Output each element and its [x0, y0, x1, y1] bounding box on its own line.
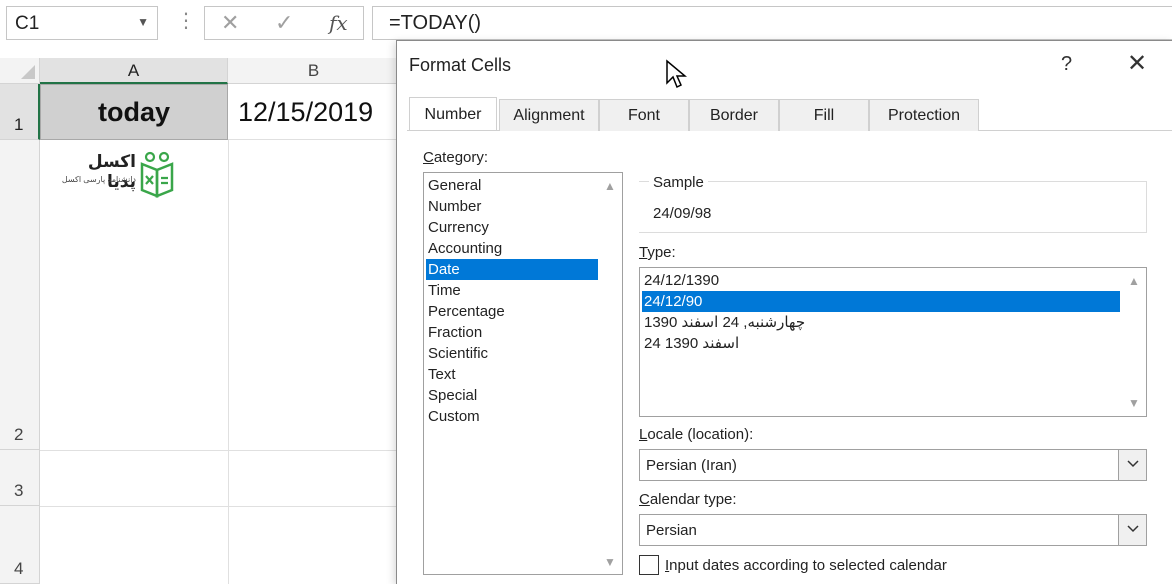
checkbox-label-text: nput dates according to selected calenda… — [669, 557, 947, 574]
close-button[interactable]: ✕ — [1127, 49, 1147, 78]
category-item[interactable]: Accounting — [426, 238, 598, 259]
row-number: 1 — [14, 115, 24, 134]
tab-border[interactable]: Border — [689, 99, 779, 131]
name-box-value: C1 — [15, 13, 40, 34]
input-dates-label: Input dates according to selected calend… — [665, 557, 947, 574]
type-item-selected[interactable]: 24/12/90 — [642, 291, 1120, 312]
calendar-label-text: alendar type: — [649, 491, 737, 508]
category-label-text: ategory: — [433, 149, 489, 166]
formula-input[interactable]: =TODAY() — [372, 6, 1172, 40]
chevron-down-icon[interactable] — [1118, 450, 1146, 480]
tab-strip: Number Alignment Font Border Fill Protec… — [407, 97, 1172, 131]
category-listbox[interactable]: General Number Currency Accounting Date … — [423, 172, 623, 575]
sample-value: 24/09/98 — [653, 205, 712, 222]
scroll-down-icon[interactable]: ▼ — [1124, 394, 1144, 412]
category-item[interactable]: Time — [426, 280, 598, 301]
mouse-cursor-icon — [666, 59, 687, 89]
category-item[interactable]: Special — [426, 385, 598, 406]
locale-label-text: ocale (location): — [647, 426, 754, 443]
name-box[interactable]: C1 ▼ — [6, 6, 158, 40]
type-listbox[interactable]: 24/12/1390 24/12/90 چهارشنبه, 24 اسفند 1… — [639, 267, 1147, 417]
type-item[interactable]: 24/12/1390 — [642, 270, 1120, 291]
row-number: 4 — [14, 559, 24, 578]
row-number: 3 — [14, 481, 24, 500]
excelpedia-logo: اکسل پدیا دانشنامه پارسی اکسل — [56, 150, 176, 200]
select-all-button[interactable] — [0, 58, 40, 84]
chevron-down-icon[interactable]: ▼ — [137, 15, 149, 29]
chevron-down-icon[interactable] — [1118, 515, 1146, 545]
tab-alignment[interactable]: Alignment — [499, 99, 599, 131]
row-header-4[interactable]: 4 — [0, 506, 40, 584]
logo-subtitle: دانشنامه پارسی اکسل — [61, 175, 136, 184]
cell-b1[interactable]: 12/15/2019 — [228, 84, 400, 140]
logo-book-icon — [140, 151, 174, 198]
formula-text: =TODAY() — [389, 12, 482, 34]
locale-value: Persian (Iran) — [646, 457, 737, 474]
sample-label: Sample — [649, 174, 708, 191]
sample-group — [639, 181, 1147, 233]
category-item[interactable]: General — [426, 175, 598, 196]
dialog-title: Format Cells — [409, 55, 512, 75]
scroll-down-icon[interactable]: ▼ — [600, 553, 620, 571]
row-header-3[interactable]: 3 — [0, 450, 40, 506]
column-header-a[interactable]: A — [40, 58, 228, 84]
calendar-label: Calendar type: — [639, 491, 737, 508]
scroll-up-icon[interactable]: ▲ — [600, 177, 620, 195]
checkmark-icon[interactable]: ✓ — [275, 10, 293, 36]
gridline — [228, 140, 229, 584]
type-item[interactable]: چهارشنبه, 24 اسفند 1390 — [642, 312, 1120, 333]
category-item[interactable]: Fraction — [426, 322, 598, 343]
type-label: Type: — [639, 244, 676, 261]
tab-font[interactable]: Font — [599, 99, 689, 131]
tab-number[interactable]: Number — [409, 97, 497, 130]
row-header-1[interactable]: 1 — [0, 84, 40, 140]
formula-buttons: ✕ ✓ fx — [204, 6, 364, 40]
category-item[interactable]: Percentage — [426, 301, 598, 322]
input-dates-checkbox[interactable] — [639, 555, 659, 575]
logo-title: اکسل پدیا — [87, 152, 136, 191]
select-all-triangle-icon — [21, 65, 35, 79]
cancel-icon[interactable]: ✕ — [221, 10, 239, 36]
cell-a1[interactable]: today — [40, 84, 228, 140]
locale-label: Locale (location): — [639, 426, 753, 443]
category-item[interactable]: Custom — [426, 406, 598, 427]
category-item[interactable]: Currency — [426, 217, 598, 238]
calendar-label-accesskey: C — [639, 491, 650, 508]
calendar-value: Persian — [646, 522, 697, 539]
category-label: Category: — [423, 149, 488, 166]
row-number: 2 — [14, 425, 24, 444]
tab-protection[interactable]: Protection — [869, 99, 979, 131]
locale-dropdown[interactable]: Persian (Iran) — [639, 449, 1147, 481]
column-header-b[interactable]: B — [228, 58, 400, 84]
category-label-accesskey: C — [423, 149, 434, 166]
more-options-icon[interactable]: ⋮ — [176, 8, 196, 33]
category-item[interactable]: Number — [426, 196, 598, 217]
tab-fill[interactable]: Fill — [779, 99, 869, 131]
calendar-type-dropdown[interactable]: Persian — [639, 514, 1147, 546]
format-cells-dialog: Format Cells ? ✕ Number Alignment Font B… — [396, 40, 1172, 584]
help-button[interactable]: ? — [1061, 53, 1072, 76]
insert-function-icon[interactable]: fx — [329, 11, 348, 35]
type-item[interactable]: 24 اسفند 1390 — [642, 333, 1120, 354]
category-item[interactable]: Scientific — [426, 343, 598, 364]
scroll-up-icon[interactable]: ▲ — [1124, 272, 1144, 290]
category-item-selected[interactable]: Date — [426, 259, 598, 280]
category-item[interactable]: Text — [426, 364, 598, 385]
gridline — [40, 450, 400, 451]
row-header-2[interactable]: 2 — [0, 140, 40, 450]
type-label-text: ype: — [647, 244, 676, 261]
gridline — [40, 506, 400, 507]
